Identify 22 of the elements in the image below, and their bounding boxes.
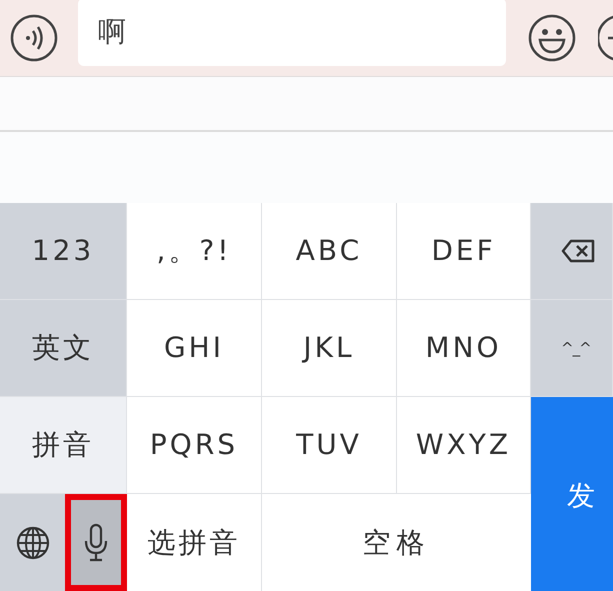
keyboard-key[interactable]: WXYZ	[397, 397, 531, 494]
keyboard-key[interactable]: ^_^	[531, 300, 613, 397]
keyboard-key[interactable]: GHI	[127, 300, 262, 397]
keyboard-key[interactable]: MNO	[397, 300, 531, 397]
keyboard-key[interactable]: DEF	[397, 203, 531, 300]
keyboard-key[interactable]: ,。?!	[127, 203, 262, 300]
voice-icon[interactable]	[10, 14, 58, 62]
keyboard-key[interactable]: PQRS	[127, 397, 262, 494]
keyboard-key[interactable]: 123	[0, 203, 127, 300]
keyboard-key[interactable]: JKL	[262, 300, 397, 397]
emoji-icon[interactable]	[527, 13, 577, 64]
backspace-icon	[561, 239, 595, 263]
message-input-field[interactable]: 啊	[78, 0, 506, 66]
microphone-icon	[84, 522, 108, 562]
microphone-key[interactable]	[65, 494, 127, 591]
keyboard-key[interactable]: 英文	[0, 300, 127, 397]
keyboard-key[interactable]: ABC	[262, 203, 397, 300]
backspace-key[interactable]	[531, 203, 613, 300]
keyboard-key[interactable]: 拼音	[0, 397, 127, 494]
globe-icon	[16, 526, 50, 560]
keyboard-key[interactable]: TUV	[262, 397, 397, 494]
send-key[interactable]: 发	[531, 397, 613, 591]
